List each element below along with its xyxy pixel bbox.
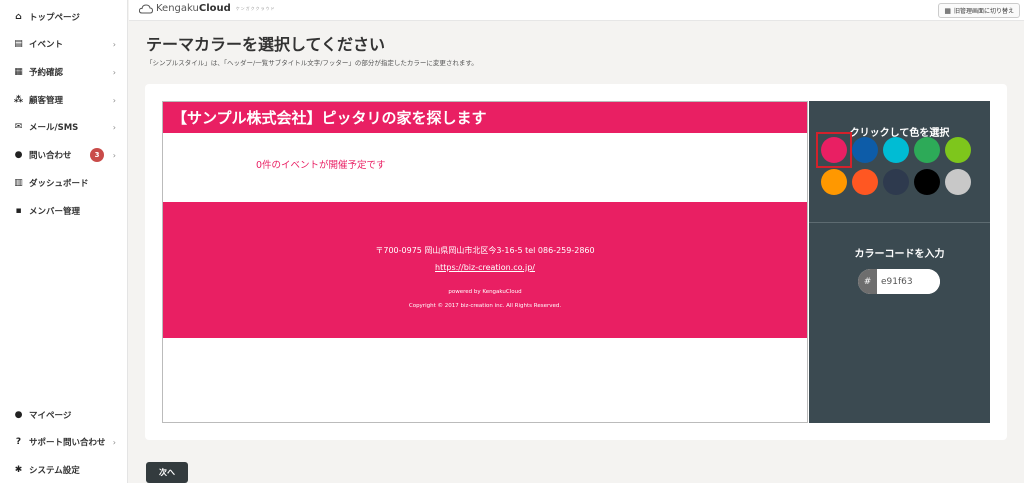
preview-header-title: 【サンプル株式会社】ピッタリの家を探します [172, 109, 487, 127]
logo-subtitle: ケンガククラウド [235, 5, 276, 11]
preview-header: 【サンプル株式会社】ピッタリの家を探します [163, 102, 807, 134]
chevron-right-icon: › [112, 150, 116, 160]
preview-copyright: Copyright © 2017 biz-creation inc. All R… [408, 303, 562, 309]
person-icon: ● [14, 410, 23, 420]
sidebar-item-label: 問い合わせ [29, 151, 72, 161]
sidebar-item-label: イベント [29, 40, 64, 50]
calendar-icon: ▦ [14, 67, 23, 77]
sidebar-item-label: マイページ [29, 411, 72, 421]
cloud-icon [139, 3, 153, 13]
color-swatch[interactable] [914, 137, 940, 163]
notification-badge: 3 [90, 148, 104, 162]
sidebar-item-3[interactable]: ▦ 予約確認 › [0, 61, 128, 83]
color-picker-panel: クリックして色を選択 カラーコードを入力 # [809, 101, 990, 423]
logo-text: Kengaku [156, 3, 199, 14]
picker-divider [809, 222, 990, 223]
sidebar: ⌂ トップページ ▤ イベント › ▦ 予約確認 › ⁂ 顧客管理 › ✉ メール/SMS › ● 問い合わせ… [0, 0, 128, 483]
chat-icon: ● [14, 150, 23, 160]
sidebar-item-8[interactable]: ▪ メンバー管理 [0, 200, 128, 222]
switch-icon: ▦ [944, 6, 951, 15]
grid-icon: ▪ [15, 206, 22, 216]
color-swatch[interactable] [852, 137, 878, 163]
sidebar-item-label: システム設定 [29, 466, 80, 476]
mail-icon: ✉ [14, 122, 23, 132]
sidebar-item-7[interactable]: ▥ ダッシュボード [0, 172, 128, 194]
chevron-right-icon: › [112, 437, 116, 447]
sidebar-item-label: 予約確認 [29, 68, 64, 78]
sidebar-item-6[interactable]: ● 問い合わせ 3 › [0, 144, 128, 166]
sidebar-item-4[interactable]: ⁂ 顧客管理 › [0, 89, 128, 111]
switch-admin-label: 旧管理画面に切り替え [953, 8, 1014, 15]
help-icon: ? [15, 437, 22, 447]
page-description: 「シンプルスタイル」は、「ヘッダー/一覧サブタイトル文字/フッター」の部分が指定… [146, 59, 478, 67]
swatch-selection-frame [816, 132, 852, 168]
color-swatch[interactable] [883, 169, 909, 195]
color-swatch[interactable] [945, 137, 971, 163]
top-bar: Kengaku Cloud ケンガククラウド ▦ 旧管理画面に切り替え [129, 0, 1024, 21]
sidebar-item-2[interactable]: ▤ イベント › [0, 33, 128, 55]
color-swatch[interactable] [914, 169, 940, 195]
color-code-input[interactable] [877, 269, 940, 294]
chevron-right-icon: › [112, 122, 116, 132]
color-code-field: # [858, 269, 940, 294]
color-code-title: カラーコードを入力 [854, 249, 945, 260]
preview-address: 〒700-0975 岡山県岡山市北区今3-16-5 tel 086-259-28… [375, 246, 595, 255]
preview-url-link[interactable]: https://biz-creation.co.jp/ [163, 263, 807, 272]
chevron-right-icon: › [112, 95, 116, 105]
sidebar-item-1[interactable]: ⌂ トップページ [0, 6, 128, 28]
sidebar-item-label: メンバー管理 [29, 207, 81, 217]
logo[interactable]: Kengaku Cloud ケンガククラウド [139, 3, 276, 14]
color-swatch[interactable] [821, 169, 847, 195]
chevron-right-icon: › [112, 39, 116, 49]
logo-text-bold: Cloud [198, 3, 231, 14]
chevron-right-icon: › [112, 67, 116, 77]
sidebar-item-3[interactable]: ✱ システム設定 [0, 459, 128, 481]
preview-event-text: 0件のイベントが開催予定です [256, 160, 386, 171]
color-swatch[interactable] [883, 137, 909, 163]
gear-icon: ✱ [14, 465, 23, 475]
home-icon: ⌂ [15, 12, 22, 22]
sidebar-item-label: 顧客管理 [29, 96, 64, 106]
sidebar-item-label: ダッシュボード [29, 179, 89, 189]
sidebar-item-label: メール/SMS [29, 123, 79, 133]
page-title: テーマカラーを選択してください [146, 35, 386, 54]
chart-icon: ▥ [14, 178, 23, 188]
color-swatch[interactable] [852, 169, 878, 195]
sidebar-item-label: トップページ [29, 13, 80, 23]
color-swatch[interactable] [945, 169, 971, 195]
sidebar-item-2[interactable]: ? サポート問い合わせ › [0, 431, 128, 453]
hash-prefix: # [858, 269, 877, 294]
sidebar-item-label: サポート問い合わせ [29, 438, 106, 448]
users-icon: ⁂ [13, 95, 24, 105]
preview-footer: 〒700-0975 岡山県岡山市北区今3-16-5 tel 086-259-28… [163, 202, 807, 338]
sidebar-item-5[interactable]: ✉ メール/SMS › [0, 116, 128, 138]
document-icon: ▤ [14, 39, 23, 49]
theme-preview: 【サンプル株式会社】ピッタリの家を探します 0件のイベントが開催予定です 〒70… [162, 101, 808, 423]
preview-powered: powered by KengakuCloud [448, 289, 522, 295]
sidebar-item-1[interactable]: ● マイページ [0, 404, 128, 426]
next-button[interactable]: 次へ [146, 462, 188, 483]
switch-admin-button[interactable]: ▦ 旧管理画面に切り替え [938, 3, 1020, 18]
